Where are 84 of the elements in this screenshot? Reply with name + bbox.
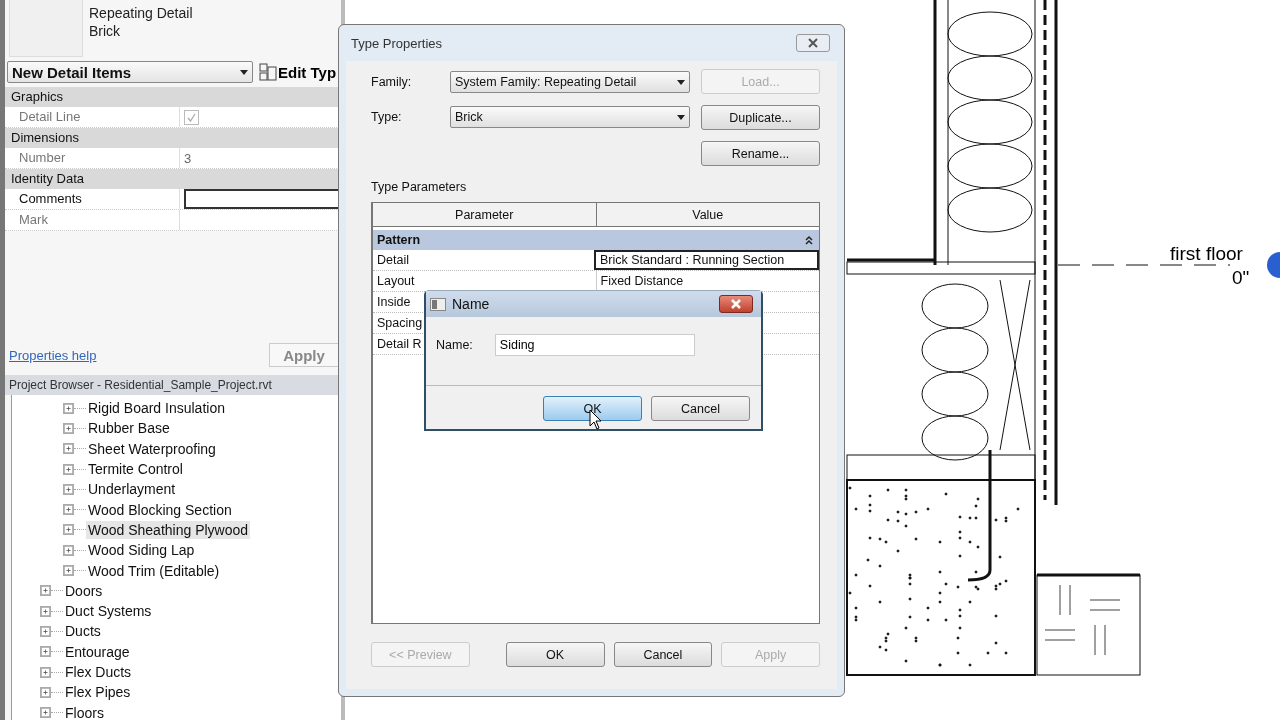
- property-value: 3: [184, 150, 192, 166]
- level-name: first floor: [1170, 243, 1243, 264]
- property-label: Comments: [5, 189, 180, 209]
- tree-item[interactable]: Underlayment: [86, 480, 178, 499]
- dropdown-caret-icon: [677, 114, 685, 120]
- tree-item[interactable]: Wood Blocking Section: [86, 500, 234, 519]
- expand-icon[interactable]: [40, 686, 51, 698]
- collapse-icon[interactable]: [805, 235, 813, 245]
- parameter-cell: Inside: [377, 295, 411, 309]
- level-elevation: 0": [1232, 267, 1250, 288]
- name-field[interactable]: Siding: [494, 334, 695, 356]
- type-label: Type:: [371, 110, 403, 124]
- family-dropdown[interactable]: System Family: Repeating Detail: [450, 71, 690, 93]
- tree-item[interactable]: Rigid Board Insulation: [86, 399, 227, 418]
- tree-item[interactable]: Entourage: [63, 642, 132, 661]
- project-browser-title: Project Browser - Residential_Sample_Project.rvt: [5, 375, 341, 395]
- tree-item[interactable]: Flex Ducts: [63, 663, 134, 681]
- dialog-button[interactable]: Cancel: [613, 642, 713, 667]
- parameter-group-header[interactable]: Pattern: [373, 230, 819, 250]
- type-dropdown[interactable]: Brick: [450, 106, 690, 128]
- tree-item[interactable]: Floors: [63, 703, 106, 720]
- expand-icon[interactable]: [63, 524, 74, 536]
- expand-icon[interactable]: [63, 463, 74, 475]
- properties-help-link[interactable]: Properties help: [9, 347, 97, 363]
- checkbox[interactable]: [184, 109, 199, 125]
- parameter-cell: Spacing: [377, 316, 423, 330]
- property-label: Mark: [5, 210, 180, 230]
- property-label: Number: [5, 148, 180, 168]
- expand-icon[interactable]: [63, 422, 74, 434]
- dialog-button[interactable]: OK: [505, 642, 605, 667]
- dialog-button[interactable]: Rename...: [701, 141, 820, 166]
- parameter-cell: Detail R: [377, 337, 422, 351]
- edit-type-button[interactable]: Edit Typ: [259, 63, 337, 81]
- expand-icon[interactable]: [40, 707, 51, 719]
- dialog-button[interactable]: Duplicate...: [701, 105, 820, 130]
- dialog-title: Type Properties: [351, 35, 443, 51]
- tree-item[interactable]: Ducts: [63, 622, 103, 641]
- tree-item[interactable]: Wood Siding Lap: [86, 541, 197, 560]
- expand-icon[interactable]: [63, 504, 74, 516]
- expand-icon[interactable]: [63, 483, 74, 495]
- dialog-button[interactable]: Cancel: [651, 396, 750, 421]
- family-label: Family:: [371, 75, 413, 89]
- expand-icon[interactable]: [63, 402, 74, 414]
- parameter-cell: Layout: [377, 274, 415, 288]
- tree-item[interactable]: Termite Control: [86, 460, 185, 479]
- level-head-icon[interactable]: [1267, 252, 1280, 278]
- tree-item[interactable]: Rubber Base: [86, 419, 172, 438]
- tree-item[interactable]: Sheet Waterproofing: [86, 439, 218, 458]
- dialog-title: Name: [452, 296, 490, 312]
- tree-item[interactable]: Doors: [63, 581, 105, 600]
- column-header[interactable]: Value: [596, 203, 819, 226]
- expand-icon[interactable]: [40, 666, 51, 678]
- property-group-header[interactable]: Dimensions: [5, 128, 341, 148]
- edit-type-icon: [259, 63, 277, 81]
- column-header[interactable]: Parameter: [373, 203, 597, 226]
- expand-icon[interactable]: [63, 443, 74, 455]
- tree-item[interactable]: Flex Pipes: [63, 683, 133, 702]
- property-label: Detail Line: [5, 107, 180, 127]
- close-icon: [730, 299, 742, 309]
- type-selector[interactable]: New Detail Items: [7, 61, 253, 83]
- expand-icon[interactable]: [63, 565, 74, 576]
- close-icon: [807, 38, 819, 48]
- tree-item[interactable]: Wood Sheathing Plywood: [86, 520, 251, 539]
- type-name: Repeating Detail: [89, 4, 193, 22]
- name-label: Name:: [436, 338, 473, 352]
- dropdown-caret-icon: [677, 79, 685, 85]
- tree-item[interactable]: Duct Systems: [63, 602, 154, 621]
- value-cell[interactable]: Brick Standard : Running Section: [594, 250, 819, 270]
- expand-icon[interactable]: [63, 544, 74, 556]
- close-button[interactable]: [719, 295, 753, 313]
- window-icon: [430, 297, 446, 311]
- tree-item[interactable]: Wood Trim (Editable): [86, 561, 222, 580]
- section-label: Type Parameters: [371, 180, 468, 194]
- dropdown-caret-icon: [240, 69, 248, 75]
- close-button[interactable]: [796, 34, 830, 52]
- expand-icon[interactable]: [40, 625, 51, 637]
- type-name: Brick: [89, 22, 122, 40]
- comments-field[interactable]: [184, 189, 341, 209]
- expand-icon[interactable]: [40, 585, 51, 597]
- parameter-cell: Detail: [377, 253, 409, 267]
- property-group-header[interactable]: Identity Data: [5, 169, 341, 189]
- property-group-header[interactable]: Graphics: [5, 87, 341, 107]
- expand-icon[interactable]: [40, 605, 51, 617]
- expand-icon[interactable]: [40, 646, 51, 658]
